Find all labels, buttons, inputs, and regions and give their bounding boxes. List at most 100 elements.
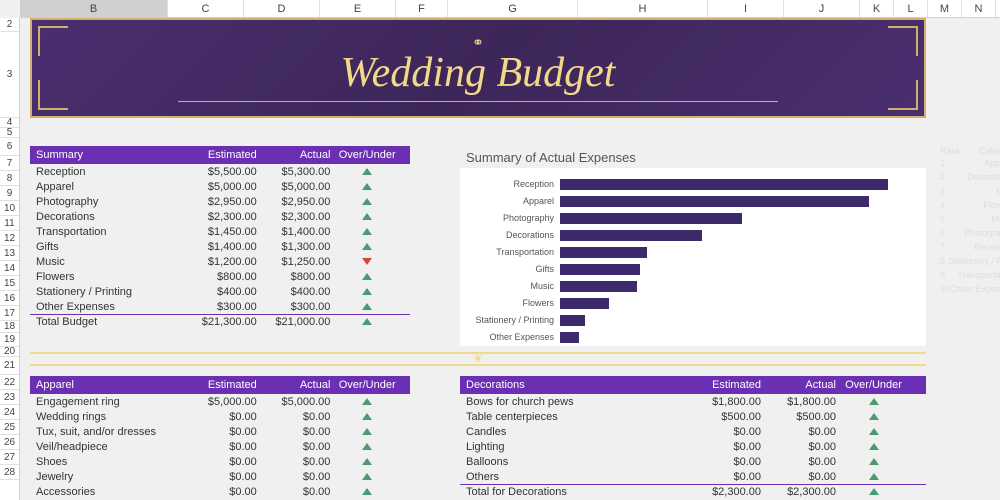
- cell[interactable]: Veil/headpiece: [36, 441, 183, 453]
- row-number[interactable]: 26: [0, 435, 19, 450]
- table-row[interactable]: Candles$0.00$0.00: [460, 424, 926, 439]
- cell[interactable]: $0.00: [257, 471, 331, 483]
- cell[interactable]: [836, 426, 911, 438]
- cell[interactable]: [330, 226, 404, 238]
- table-row[interactable]: Reception$5,500.00$5,300.00: [30, 164, 410, 179]
- column-letter[interactable]: L: [894, 0, 928, 17]
- row-number[interactable]: 18: [0, 321, 19, 333]
- cell[interactable]: Apparel: [36, 181, 183, 193]
- cell[interactable]: $800.00: [183, 271, 257, 283]
- cell[interactable]: $300.00: [257, 301, 331, 313]
- row-number[interactable]: 20: [0, 347, 19, 357]
- row-number[interactable]: 3: [0, 32, 19, 118]
- cell[interactable]: $300.00: [183, 301, 257, 313]
- row-number[interactable]: 9: [0, 186, 19, 201]
- column-letter[interactable]: E: [320, 0, 396, 17]
- cell[interactable]: $2,300.00: [686, 486, 761, 498]
- cell[interactable]: $2,300.00: [761, 486, 836, 498]
- cell[interactable]: $0.00: [761, 426, 836, 438]
- table-row[interactable]: Veil/headpiece$0.00$0.00: [30, 439, 410, 454]
- cell[interactable]: [330, 471, 404, 483]
- cell[interactable]: $5,300.00: [257, 166, 331, 178]
- cell[interactable]: $0.00: [183, 471, 257, 483]
- cell[interactable]: Flowers: [36, 271, 183, 283]
- column-letter[interactable]: D: [244, 0, 320, 17]
- cell[interactable]: [330, 256, 404, 268]
- table-row[interactable]: Wedding rings$0.00$0.00: [30, 409, 410, 424]
- cell[interactable]: $500.00: [761, 411, 836, 423]
- table-row[interactable]: Balloons$0.00$0.00: [460, 454, 926, 469]
- table-row[interactable]: Transportation$1,450.00$1,400.00: [30, 224, 410, 239]
- row-number[interactable]: 15: [0, 276, 19, 291]
- cell[interactable]: Candles: [466, 426, 686, 438]
- cell[interactable]: [836, 486, 911, 498]
- cell[interactable]: $0.00: [257, 456, 331, 468]
- row-number[interactable]: 6: [0, 138, 19, 156]
- table-total-row[interactable]: Total for Decorations $2,300.00 $2,300.0…: [460, 484, 926, 499]
- cell[interactable]: $0.00: [183, 441, 257, 453]
- cell[interactable]: $0.00: [183, 411, 257, 423]
- cell[interactable]: $0.00: [686, 456, 761, 468]
- table-row[interactable]: Apparel$5,000.00$5,000.00: [30, 179, 410, 194]
- cell[interactable]: $5,500.00: [183, 166, 257, 178]
- cell[interactable]: $0.00: [686, 426, 761, 438]
- spreadsheet-body[interactable]: ⚭ Wedding Budget Summary Estimated Actua…: [20, 18, 1000, 500]
- cell[interactable]: Engagement ring: [36, 396, 183, 408]
- cell[interactable]: [836, 456, 911, 468]
- cell[interactable]: $2,300.00: [257, 211, 331, 223]
- cell[interactable]: Lighting: [466, 441, 686, 453]
- cell[interactable]: Shoes: [36, 456, 183, 468]
- cell[interactable]: [330, 396, 404, 408]
- table-row[interactable]: Photography$2,950.00$2,950.00: [30, 194, 410, 209]
- cell[interactable]: Table centerpieces: [466, 411, 686, 423]
- cell[interactable]: [330, 181, 404, 193]
- cell[interactable]: $1,800.00: [686, 396, 761, 408]
- table-row[interactable]: Decorations$2,300.00$2,300.00: [30, 209, 410, 224]
- row-number[interactable]: 21: [0, 357, 19, 375]
- column-letter[interactable]: F: [396, 0, 448, 17]
- cell[interactable]: $400.00: [183, 286, 257, 298]
- cell[interactable]: $1,200.00: [183, 256, 257, 268]
- cell[interactable]: $1,450.00: [183, 226, 257, 238]
- row-number[interactable]: 22: [0, 375, 19, 390]
- cell[interactable]: $2,950.00: [183, 196, 257, 208]
- column-letter[interactable]: N: [962, 0, 996, 17]
- row-number[interactable]: 13: [0, 246, 19, 261]
- cell[interactable]: $5,000.00: [183, 181, 257, 193]
- expenses-chart[interactable]: ReceptionApparelPhotographyDecorationsTr…: [460, 168, 926, 346]
- table-row[interactable]: Bows for church pews$1,800.00$1,800.00: [460, 394, 926, 409]
- column-letter[interactable]: G: [448, 0, 578, 17]
- table-row[interactable]: Tux, suit, and/or dresses$0.00$0.00: [30, 424, 410, 439]
- cell[interactable]: [836, 411, 911, 423]
- cell[interactable]: [330, 486, 404, 498]
- cell[interactable]: [836, 441, 911, 453]
- cell[interactable]: [330, 211, 404, 223]
- cell[interactable]: $1,800.00: [761, 396, 836, 408]
- column-letter[interactable]: I: [708, 0, 784, 17]
- cell[interactable]: Total for Decorations: [466, 486, 686, 498]
- cell[interactable]: $5,000.00: [257, 396, 331, 408]
- cell[interactable]: [836, 471, 911, 483]
- cell[interactable]: Tux, suit, and/or dresses: [36, 426, 183, 438]
- row-headers[interactable]: 2345678910111213141516171819202122232425…: [0, 18, 20, 500]
- cell[interactable]: $21,300.00: [183, 316, 257, 328]
- table-row[interactable]: Flowers$800.00$800.00: [30, 269, 410, 284]
- cell[interactable]: $2,950.00: [257, 196, 331, 208]
- table-row[interactable]: Stationery / Printing$400.00$400.00: [30, 284, 410, 299]
- table-total-row[interactable]: Total Budget $21,300.00 $21,000.00: [30, 314, 410, 329]
- row-number[interactable]: 5: [0, 128, 19, 138]
- cell[interactable]: [330, 301, 404, 313]
- cell[interactable]: [330, 271, 404, 283]
- row-number[interactable]: 8: [0, 171, 19, 186]
- table-row[interactable]: Others$0.00$0.00: [460, 469, 926, 484]
- cell[interactable]: $21,000.00: [257, 316, 331, 328]
- cell[interactable]: [330, 196, 404, 208]
- cell[interactable]: Reception: [36, 166, 183, 178]
- cell[interactable]: $0.00: [183, 426, 257, 438]
- table-row[interactable]: Shoes$0.00$0.00: [30, 454, 410, 469]
- decorations-table[interactable]: Decorations Estimated Actual Over/Under …: [460, 376, 926, 499]
- cell[interactable]: $800.00: [257, 271, 331, 283]
- cell[interactable]: $1,300.00: [257, 241, 331, 253]
- summary-table[interactable]: Summary Estimated Actual Over/Under Rece…: [30, 146, 410, 329]
- row-number[interactable]: 14: [0, 261, 19, 276]
